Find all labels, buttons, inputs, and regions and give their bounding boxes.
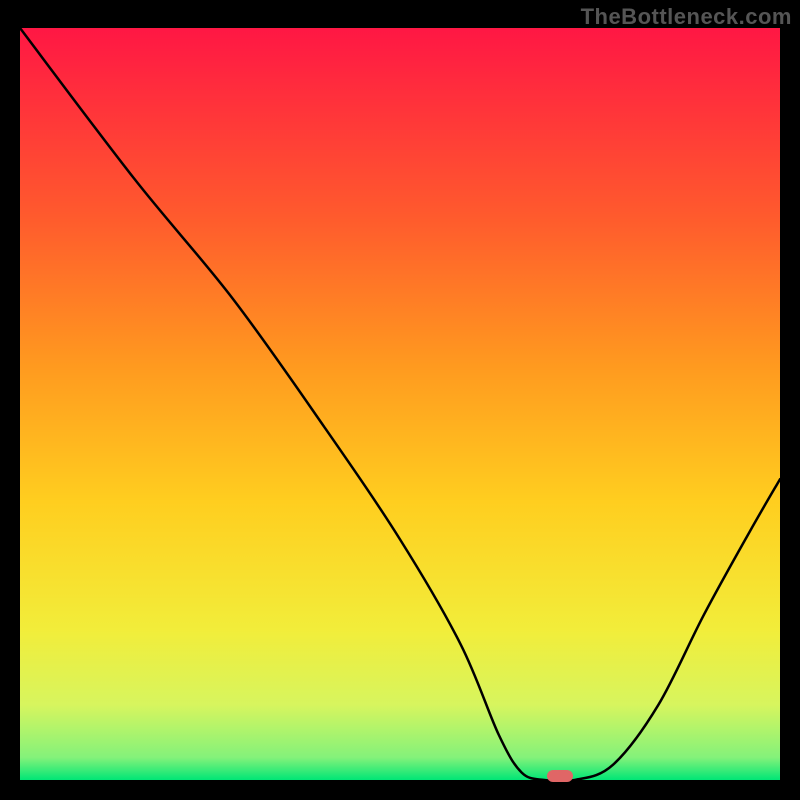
optimal-marker [547,770,573,782]
bottleneck-curve [20,28,780,780]
watermark-text: TheBottleneck.com [581,4,792,30]
plot-area [20,28,780,780]
chart-stage: TheBottleneck.com [0,0,800,800]
curve-path [20,28,780,781]
